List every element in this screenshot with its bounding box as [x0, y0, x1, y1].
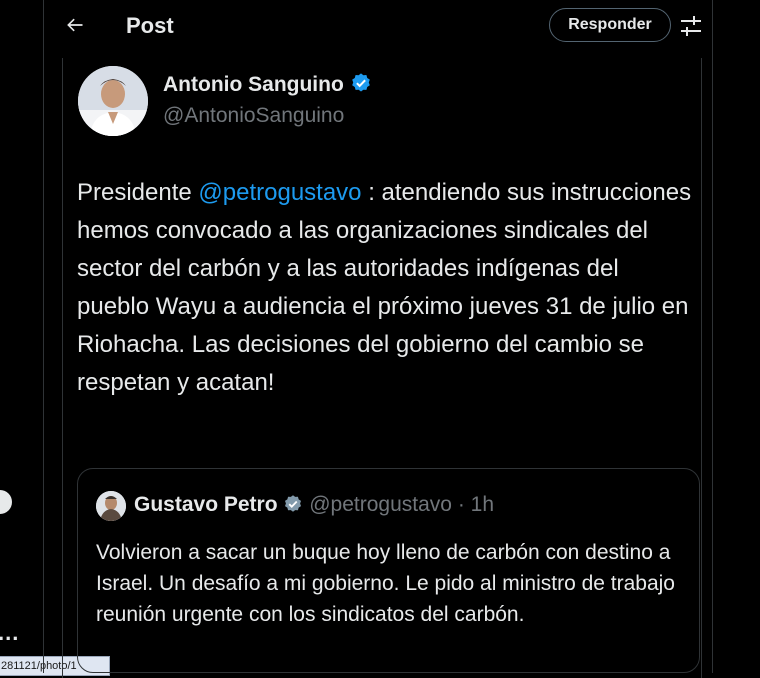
verified-badge-icon: [285, 495, 302, 512]
tweet-text-prefix: Presidente: [77, 179, 199, 206]
quote-avatar[interactable]: [96, 491, 126, 521]
tweet-text-body: : atendiendo sus instrucciones hemos con…: [77, 179, 692, 396]
quote-author-handle[interactable]: @petrogustavo: [309, 493, 452, 516]
page-title: Post: [126, 13, 174, 38]
quote-timestamp[interactable]: 1h: [471, 493, 494, 516]
header-bar: Post Responder: [44, 0, 712, 52]
mention-link[interactable]: @petrogustavo: [198, 179, 361, 206]
quote-separator: ·: [457, 493, 465, 516]
quote-author-name[interactable]: Gustavo Petro: [134, 493, 278, 516]
verified-badge-icon: [351, 73, 370, 92]
author-name[interactable]: Antonio Sanguino: [163, 72, 372, 97]
quoted-tweet[interactable]: Gustavo Petro @petrogustavo · 1h Volvier…: [77, 468, 700, 673]
reply-button[interactable]: Responder: [549, 8, 671, 42]
author-handle[interactable]: @AntonioSanguino: [163, 104, 344, 128]
author-name-text: Antonio Sanguino: [163, 73, 344, 96]
back-button[interactable]: [60, 10, 90, 40]
quote-header: Gustavo Petro @petrogustavo · 1h: [134, 493, 494, 517]
settings-button[interactable]: [678, 13, 704, 39]
quote-text: Volvieron a sacar un buque hoy lleno de …: [96, 541, 675, 626]
tweet-card[interactable]: Antonio Sanguino @AntonioSanguino Presid…: [62, 58, 702, 678]
arrow-left-icon: [67, 18, 83, 32]
sidebar-circle-icon[interactable]: [0, 490, 12, 514]
sliders-icon: [681, 16, 701, 36]
tweet-text: Presidente @petrogustavo : atendiendo su…: [77, 174, 697, 402]
avatar[interactable]: [78, 66, 148, 136]
sidebar-more-icon[interactable]: ...: [0, 620, 19, 646]
post-column: Post Responder Antonio Sanguino @Antonio…: [43, 0, 713, 678]
